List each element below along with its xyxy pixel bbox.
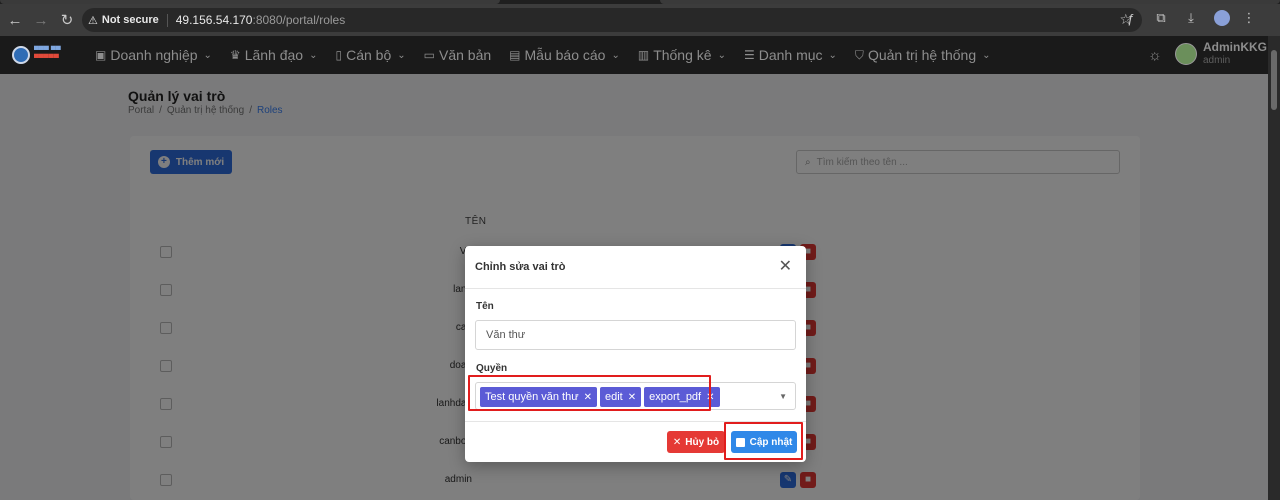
forward-arrow-icon[interactable]: → <box>28 7 54 33</box>
document-icon: ▭ <box>423 48 435 62</box>
shield-icon: ⛉ <box>854 47 864 62</box>
not-secure-badge[interactable]: ⚠ Not secure <box>88 13 168 27</box>
extensions-icon[interactable]: ⧉ <box>1150 7 1172 29</box>
menu-label: Cán bộ <box>346 47 392 63</box>
avatar <box>1175 43 1197 65</box>
menu-danh-muc[interactable]: ☰ Danh mục ⌄ <box>744 47 837 63</box>
download-icon[interactable]: ⤓ <box>1180 7 1202 29</box>
edit-role-modal: Chỉnh sửa vai trò ✕ Tên Văn thư Quyền Te… <box>465 246 806 462</box>
url-path: :8080/portal/roles <box>252 13 346 27</box>
url-host: 49.156.54.170 <box>175 13 253 27</box>
warning-icon: ⚠ <box>88 14 98 27</box>
briefcase-icon: ▣ <box>95 48 107 62</box>
address-bar[interactable]: ⚠ Not secure 49.156.54.170:8080/portal/r… <box>82 8 1142 32</box>
menu-label: Doanh nghiệp <box>110 47 198 63</box>
chevron-down-icon: ⌄ <box>397 49 406 61</box>
main-menu: ▣ Doanh nghiệp ⌄ ♛ Lãnh đạo ⌄ ▯ Cán bộ ⌄ ▭ Văn … <box>95 36 991 74</box>
x-icon: ✕ <box>672 436 682 448</box>
role-name-input[interactable]: Văn thư <box>475 320 796 350</box>
chevron-down-icon: ⌄ <box>982 49 991 61</box>
emblem-icon <box>12 46 30 64</box>
menu-label: Quản trị hệ thống <box>867 47 977 63</box>
update-highlight-box <box>724 422 803 460</box>
permissions-label: Quyền <box>476 363 508 374</box>
cancel-button[interactable]: ✕ Hủy bỏ <box>667 431 725 453</box>
menu-doanh-nghiep[interactable]: ▣ Doanh nghiệp ⌄ <box>95 47 212 63</box>
menu-label: Lãnh đạo <box>244 47 304 63</box>
scrollbar-thumb[interactable] <box>1271 50 1277 110</box>
browser-toolbar: ← → ↻ ⚠ Not secure 49.156.54.170:8080/po… <box>0 4 1280 36</box>
menu-mau-bao-cao[interactable]: ▤ Mẫu báo cáo ⌄ <box>509 47 620 63</box>
bar-chart-icon: ▥ <box>637 48 650 62</box>
file-icon: ▤ <box>509 48 521 62</box>
url-text: 49.156.54.170:8080/portal/roles <box>176 13 345 27</box>
chevron-down-icon: ⌄ <box>203 49 212 61</box>
cancel-label: Hủy bỏ <box>685 436 720 448</box>
app-navbar: ▀▀▀ ▀▀ ▀▀▀▀▀ ▣ Doanh nghiệp ⌄ ♛ Lãnh đạo ⌄ ▯… <box>0 36 1280 74</box>
user-name: AdminKKG <box>1203 40 1267 54</box>
chips-highlight-box <box>468 375 711 411</box>
menu-label: Danh mục <box>758 47 823 63</box>
modal-title: Chỉnh sửa vai trò <box>475 261 566 273</box>
reload-icon[interactable]: ↻ <box>54 7 80 33</box>
menu-label: Mẫu báo cáo <box>524 47 606 63</box>
menu-lanh-dao[interactable]: ♛ Lãnh đạo ⌄ <box>230 47 318 63</box>
role-name-value: Văn thư <box>486 329 526 341</box>
menu-label: Thống kê <box>653 47 712 63</box>
not-secure-label: Not secure <box>101 14 159 26</box>
id-card-icon: ▯ <box>335 48 343 62</box>
user-role: admin <box>1203 55 1231 66</box>
back-arrow-icon[interactable]: ← <box>2 7 28 33</box>
modal-header: Chỉnh sửa vai trò <box>465 246 806 289</box>
menu-can-bo[interactable]: ▯ Cán bộ ⌄ <box>335 47 405 63</box>
menu-label: Văn bản <box>438 47 492 63</box>
search-labs-icon[interactable]: ƒ <box>1120 7 1142 29</box>
user-menu[interactable]: AdminKKG admin <box>1175 41 1267 67</box>
close-icon[interactable]: ✕ <box>779 259 792 275</box>
crown-icon: ♛ <box>229 48 241 62</box>
chevron-down-icon: ⌄ <box>828 49 837 61</box>
menu-quan-tri-he-thong[interactable]: ⛉ Quản trị hệ thống ⌄ <box>855 47 991 63</box>
profile-avatar-icon[interactable] <box>1214 10 1230 26</box>
list-icon: ☰ <box>743 48 755 62</box>
menu-van-ban[interactable]: ▭ Văn bản <box>424 47 492 63</box>
more-menu-icon[interactable]: ⋮ <box>1238 7 1260 29</box>
chevron-down-icon: ⌄ <box>309 49 318 61</box>
chevron-down-icon: ⌄ <box>717 49 726 61</box>
dropdown-caret-icon[interactable]: ▼ <box>779 392 787 401</box>
logo-lettering: ▀▀▀ ▀▀ ▀▀▀▀▀ <box>34 47 61 62</box>
menu-thong-ke[interactable]: ▥ Thống kê ⌄ <box>638 47 726 63</box>
app-logo[interactable]: ▀▀▀ ▀▀ ▀▀▀▀▀ <box>12 42 80 68</box>
chevron-down-icon: ⌄ <box>611 49 620 61</box>
name-label: Tên <box>476 301 494 312</box>
theme-toggle-sun-icon[interactable]: ☼ <box>1148 47 1162 64</box>
page-scrollbar[interactable] <box>1268 36 1280 500</box>
